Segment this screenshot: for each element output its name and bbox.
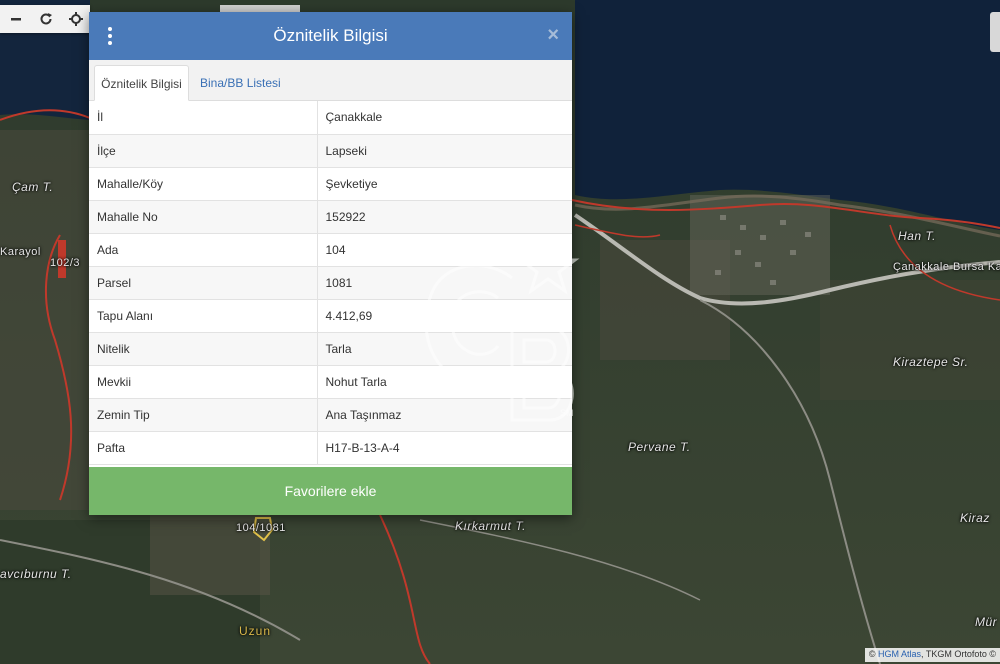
row-value: H17-B-13-A-4	[317, 431, 572, 465]
row-value: Lapseki	[317, 134, 572, 168]
table-row: İlçe Lapseki	[89, 134, 572, 168]
row-value: Şevketiye	[317, 167, 572, 201]
table-row: Parsel 1081	[89, 266, 572, 300]
table-row: Mahalle No 152922	[89, 200, 572, 234]
table-row: Zemin Tip Ana Taşınmaz	[89, 398, 572, 432]
table-row: İl Çanakkale	[89, 101, 572, 135]
map-side-control[interactable]	[990, 12, 1000, 52]
row-value: 4.412,69	[317, 299, 572, 333]
tab-building-list[interactable]: Bina/BB Listesi	[192, 65, 289, 101]
table-row: Ada 104	[89, 233, 572, 267]
map-label-han: Han T.	[898, 229, 936, 243]
row-key: Zemin Tip	[89, 398, 318, 432]
table-row: Mevkii Nohut Tarla	[89, 365, 572, 399]
close-icon[interactable]: ×	[547, 24, 559, 46]
attribution-prefix: ©	[868, 649, 878, 659]
map-toolbar	[0, 5, 90, 33]
row-key: Mevkii	[89, 365, 318, 399]
dialog-header: Öznitelik Bilgisi ×	[89, 12, 572, 60]
row-key: Parsel	[89, 266, 318, 300]
row-key: Tapu Alanı	[89, 299, 318, 333]
dialog-tabs: Öznitelik Bilgisi Bina/BB Listesi	[89, 60, 572, 101]
row-key: Mahalle No	[89, 200, 318, 234]
map-attribution: © HGM Atlas, TKGM Ortofoto ©	[864, 648, 1000, 662]
row-key: Mahalle/Köy	[89, 167, 318, 201]
map-label-uzun: Uzun	[239, 624, 272, 638]
row-key: İl	[89, 101, 318, 135]
attribute-dialog: Öznitelik Bilgisi × Öznitelik Bilgisi Bi…	[89, 12, 572, 515]
table-row: Pafta H17-B-13-A-4	[89, 431, 572, 465]
table-row: Nitelik Tarla	[89, 332, 572, 366]
map-label-road: Çanakkale Bursa Ka	[893, 261, 1000, 273]
hgm-atlas-link[interactable]: HGM Atlas	[878, 649, 921, 659]
map-label-parcel-104: 104/1081	[236, 522, 286, 534]
row-key: Ada	[89, 233, 318, 267]
tab-attribute-info[interactable]: Öznitelik Bilgisi	[94, 65, 189, 101]
row-key: Pafta	[89, 431, 318, 465]
row-value: 104	[317, 233, 572, 267]
attribute-table: İl Çanakkale İlçe Lapseki Mahalle/Köy Şevke…	[89, 101, 572, 465]
row-value: Ana Taşınmaz	[317, 398, 572, 432]
map-label-parcel-102: 102/3	[50, 257, 81, 269]
attribution-suffix: , TKGM Ortofoto ©	[921, 649, 996, 659]
map-label-kirkarmut: Kırkarmut T.	[455, 519, 526, 533]
table-row: Tapu Alanı 4.412,69	[89, 299, 572, 333]
row-value: Tarla	[317, 332, 572, 366]
minus-icon[interactable]	[8, 11, 24, 27]
row-key: Nitelik	[89, 332, 318, 366]
vertical-dots-icon[interactable]	[106, 27, 114, 45]
map-label-cam: Çam T.	[12, 180, 54, 194]
map-label-karayol: Karayol	[0, 246, 41, 258]
refresh-icon[interactable]	[38, 11, 54, 27]
table-row: Mahalle/Köy Şevketiye	[89, 167, 572, 201]
map-label-mur: Mür	[975, 615, 998, 629]
row-value: Çanakkale	[317, 101, 572, 135]
row-value: Nohut Tarla	[317, 365, 572, 399]
add-to-favorites-button[interactable]: Favorilere ekle	[89, 467, 572, 515]
row-value: 152922	[317, 200, 572, 234]
map-label-kiraztepe: Kiraztepe Sr.	[893, 355, 969, 369]
map-label-avcibu: avcıburnu T.	[0, 567, 72, 581]
map-label-pervane: Pervane T.	[628, 440, 691, 454]
dialog-title: Öznitelik Bilgisi	[273, 26, 388, 45]
crosshair-icon[interactable]	[68, 11, 84, 27]
row-key: İlçe	[89, 134, 318, 168]
map-label-kiraz: Kiraz	[960, 511, 990, 525]
row-value: 1081	[317, 266, 572, 300]
